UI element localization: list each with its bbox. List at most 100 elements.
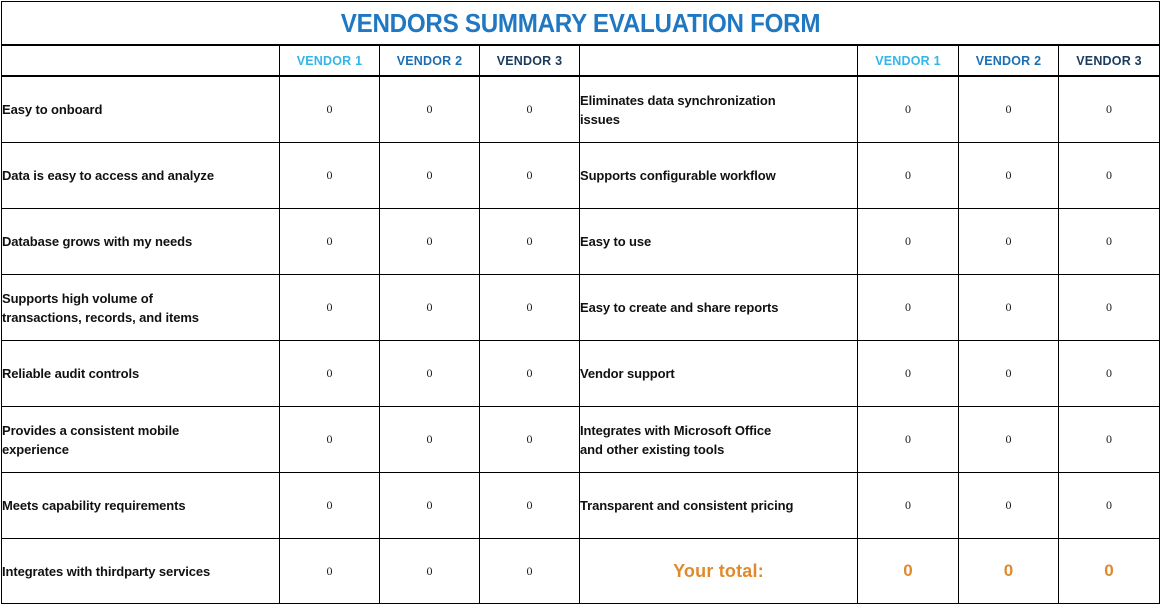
score-cell-left-vendor-3[interactable]: 0 (479, 274, 580, 341)
criteria-line-1: Easy to onboard (2, 102, 103, 117)
criteria-line-1: Database grows with my needs (2, 234, 193, 249)
score-cell-right-vendor-2[interactable]: 0 (958, 75, 1059, 143)
total-value-vendor-3: 0 (1057, 538, 1160, 604)
score-cell-left-vendor-1[interactable]: 0 (279, 274, 380, 341)
score-cell-right-vendor-2[interactable]: 0 (958, 406, 1059, 473)
header-right-vendor-3: VENDOR 3 (1057, 44, 1160, 77)
criteria-line-1: Transparent and consistent pricing (580, 498, 794, 513)
score-cell-left-vendor-3[interactable]: 0 (479, 472, 580, 539)
score-cell-right-vendor-3[interactable]: 0 (1057, 406, 1160, 473)
header-left-criteria-blank (1, 44, 280, 77)
criteria-label-left: Supports high volume of transactions, re… (1, 274, 280, 341)
criteria-label-left: Provides a consistent mobile experience (1, 406, 280, 473)
page-title: VENDORS SUMMARY EVALUATION FORM (340, 8, 821, 38)
score-cell-left-vendor-2[interactable]: 0 (379, 472, 480, 539)
header-right-criteria-blank (579, 44, 858, 77)
header-left-vendor-1: VENDOR 1 (279, 44, 380, 77)
criteria-label-right: Easy to create and share reports (579, 274, 858, 341)
form-title-cell: VENDORS SUMMARY EVALUATION FORM (0, 1, 1160, 46)
header-left-vendor-3: VENDOR 3 (479, 44, 580, 77)
score-cell-right-vendor-3[interactable]: 0 (1057, 208, 1160, 275)
title-row: VENDORS SUMMARY EVALUATION FORM (0, 1, 1160, 46)
criteria-line-2: experience (2, 441, 69, 457)
criteria-line-1: Easy to create and share reports (580, 300, 779, 315)
criteria-line-2: transactions, records, and items (2, 309, 199, 325)
score-cell-left-vendor-1[interactable]: 0 (279, 75, 380, 143)
score-cell-left-vendor-2[interactable]: 0 (379, 208, 480, 275)
total-value-vendor-1: 0 (857, 538, 959, 604)
table-row: Easy to onboard 0 0 0 Eliminates data sy… (1, 75, 1160, 143)
score-cell-right-vendor-1[interactable]: 0 (857, 340, 959, 407)
criteria-line-2: issues (580, 111, 620, 127)
table-row: Database grows with my needs 0 0 0 Easy … (1, 208, 1160, 275)
criteria-line-2: and other existing tools (580, 441, 725, 457)
header-right-vendor-2: VENDOR 2 (958, 44, 1059, 77)
score-cell-left-vendor-1[interactable]: 0 (279, 208, 380, 275)
score-cell-right-vendor-1[interactable]: 0 (857, 472, 959, 539)
column-header-row: VENDOR 1 VENDOR 2 VENDOR 3 VENDOR 1 VEND… (1, 44, 1160, 77)
score-cell-left-vendor-2[interactable]: 0 (379, 274, 480, 341)
score-cell-right-vendor-1[interactable]: 0 (857, 274, 959, 341)
criteria-label-left: Reliable audit controls (1, 340, 280, 407)
score-cell-left-vendor-2[interactable]: 0 (379, 340, 480, 407)
score-cell-left-vendor-2[interactable]: 0 (379, 406, 480, 473)
criteria-line-1: Integrates with thirdparty services (2, 563, 211, 579)
score-cell-left-vendor-3[interactable]: 0 (479, 340, 580, 407)
criteria-line-1: Provides a consistent mobile (2, 422, 180, 438)
table-row: Meets capability requirements 0 0 0 Tran… (1, 472, 1160, 539)
score-cell-right-vendor-3[interactable]: 0 (1057, 340, 1160, 407)
score-cell-right-vendor-2[interactable]: 0 (958, 340, 1059, 407)
score-cell-right-vendor-2[interactable]: 0 (958, 142, 1059, 209)
score-cell-right-vendor-3[interactable]: 0 (1057, 274, 1160, 341)
criteria-label-left: Database grows with my needs (1, 208, 280, 275)
score-cell-left-vendor-3[interactable]: 0 (479, 142, 580, 209)
score-cell-right-vendor-1[interactable]: 0 (857, 75, 959, 143)
criteria-line-1: Integrates with Microsoft Office (580, 422, 772, 438)
score-cell-left-vendor-2[interactable]: 0 (379, 142, 480, 209)
score-cell-right-vendor-3[interactable]: 0 (1057, 472, 1160, 539)
score-cell-left-vendor-2[interactable]: 0 (379, 538, 480, 604)
score-cell-left-vendor-3[interactable]: 0 (479, 75, 580, 143)
score-cell-left-vendor-3[interactable]: 0 (479, 406, 580, 473)
criteria-label-right: Easy to use (579, 208, 858, 275)
total-row: Integrates with thirdparty services 0 0 … (1, 538, 1160, 604)
score-cell-right-vendor-2[interactable]: 0 (958, 472, 1059, 539)
score-cell-left-vendor-1[interactable]: 0 (279, 472, 380, 539)
criteria-line-1: Eliminates data synchronization (580, 92, 776, 108)
score-cell-right-vendor-2[interactable]: 0 (958, 274, 1059, 341)
criteria-line-1: Meets capability requirements (2, 498, 186, 513)
score-cell-right-vendor-1[interactable]: 0 (857, 208, 959, 275)
score-cell-right-vendor-3[interactable]: 0 (1057, 142, 1160, 209)
criteria-line-1: Supports configurable workflow (580, 168, 776, 183)
criteria-label-right: Vendor support (579, 340, 858, 407)
table-row: Data is easy to access and analyze 0 0 0… (1, 142, 1160, 209)
criteria-line-1: Vendor support (580, 366, 675, 381)
score-cell-right-vendor-1[interactable]: 0 (857, 142, 959, 209)
criteria-label-right: Eliminates data synchronization issues (579, 75, 858, 143)
score-cell-left-vendor-1[interactable]: 0 (279, 142, 380, 209)
criteria-line-1: Reliable audit controls (2, 366, 140, 381)
criteria-label-left: Easy to onboard (1, 75, 280, 143)
criteria-label-left: Meets capability requirements (1, 472, 280, 539)
total-value-vendor-2: 0 (958, 538, 1059, 604)
score-cell-right-vendor-1[interactable]: 0 (857, 406, 959, 473)
header-left-vendor-2: VENDOR 2 (379, 44, 480, 77)
criteria-label-left: Integrates with thirdparty services (1, 538, 280, 604)
score-cell-left-vendor-3[interactable]: 0 (479, 208, 580, 275)
score-cell-right-vendor-3[interactable]: 0 (1057, 75, 1160, 143)
criteria-label-left: Data is easy to access and analyze (1, 142, 280, 209)
score-cell-left-vendor-2[interactable]: 0 (379, 75, 480, 143)
your-total-label: Your total: (579, 538, 858, 604)
table-row: Provides a consistent mobile experience … (1, 406, 1160, 473)
criteria-line-1: Supports high volume of (2, 290, 153, 306)
score-cell-left-vendor-3[interactable]: 0 (479, 538, 580, 604)
criteria-label-right: Transparent and consistent pricing (579, 472, 858, 539)
table-row: Reliable audit controls 0 0 0 Vendor sup… (1, 340, 1160, 407)
score-cell-left-vendor-1[interactable]: 0 (279, 406, 380, 473)
score-cell-right-vendor-2[interactable]: 0 (958, 208, 1059, 275)
vendors-summary-evaluation-table: VENDORS SUMMARY EVALUATION FORM VENDOR 1… (0, 1, 1160, 604)
score-cell-left-vendor-1[interactable]: 0 (279, 538, 380, 604)
criteria-label-right: Supports configurable workflow (579, 142, 858, 209)
criteria-line-1: Data is easy to access and analyze (2, 168, 214, 183)
score-cell-left-vendor-1[interactable]: 0 (279, 340, 380, 407)
